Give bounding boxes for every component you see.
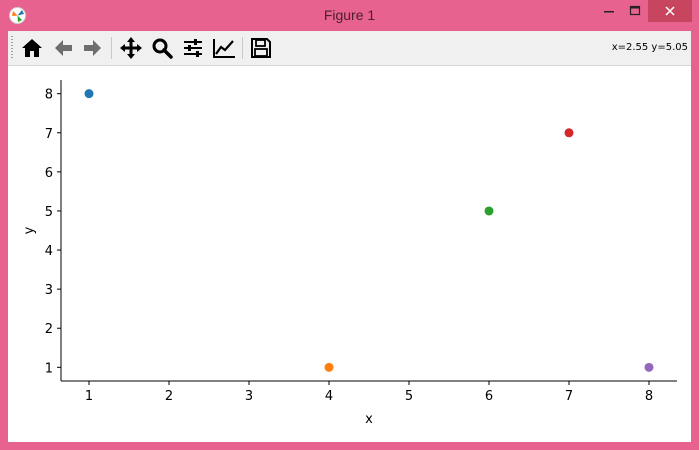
- configure-subplots-button[interactable]: [180, 35, 206, 61]
- home-icon: [22, 39, 42, 57]
- y-tick-label: 1: [45, 361, 53, 376]
- y-tick-label: 2: [45, 322, 53, 337]
- edit-axes-icon: [213, 39, 235, 58]
- minimize-button[interactable]: [596, 0, 622, 22]
- edit-axes-button[interactable]: [211, 35, 237, 61]
- y-tick-label: 7: [45, 127, 53, 142]
- pan-move-icon: [120, 37, 142, 59]
- save-button[interactable]: [248, 35, 274, 61]
- x-tick-label: 2: [165, 389, 173, 404]
- window-title: Figure 1: [323, 7, 376, 23]
- save-floppy-icon: [251, 38, 271, 58]
- toolbar-separator: [111, 37, 112, 59]
- maximize-icon: [629, 5, 641, 16]
- x-tick-label: 8: [645, 389, 653, 404]
- plot-canvas[interactable]: 1 2 3 4 5 6 7 8 1 2 3 4 5 6 7 8 x y: [8, 65, 691, 442]
- forward-arrow-icon: [84, 40, 101, 56]
- y-tick-label: 3: [45, 283, 53, 298]
- title-bar: Figure 1: [0, 0, 699, 31]
- y-axis-label: y: [22, 226, 37, 234]
- back-button[interactable]: [50, 35, 76, 61]
- x-tick-label: 1: [85, 389, 93, 404]
- scatter-point: [644, 362, 654, 372]
- toolbar-grip: [11, 36, 13, 60]
- y-tick-label: 4: [45, 244, 53, 259]
- figure-window: x=2.55 y=5.05 1 2 3 4 5 6 7 8 1 2 3 4 5 6 7 8 x y: [8, 31, 691, 442]
- close-button[interactable]: [648, 0, 692, 22]
- zoom-magnifier-icon: [152, 38, 173, 59]
- close-icon: [665, 6, 675, 16]
- home-button[interactable]: [19, 35, 45, 61]
- scatter-point: [484, 206, 494, 216]
- y-tick-label: 5: [45, 205, 53, 220]
- scatter-point: [324, 362, 334, 372]
- scatter-point: [84, 89, 94, 99]
- x-axis-label: x: [365, 412, 373, 427]
- cursor-coordinates: x=2.55 y=5.05: [611, 42, 688, 53]
- x-tick-label: 4: [325, 389, 333, 404]
- pan-button[interactable]: [118, 35, 144, 61]
- y-tick-label: 6: [45, 166, 53, 181]
- toolbar-separator: [242, 37, 243, 59]
- x-tick-label: 5: [405, 389, 413, 404]
- navigation-toolbar: x=2.55 y=5.05: [8, 31, 691, 66]
- maximize-button[interactable]: [622, 0, 648, 22]
- forward-button[interactable]: [80, 35, 106, 61]
- back-arrow-icon: [55, 40, 72, 56]
- x-tick-label: 7: [565, 389, 573, 404]
- scatter-point: [564, 128, 574, 138]
- x-tick-label: 3: [245, 389, 253, 404]
- y-tick-label: 8: [45, 88, 53, 103]
- zoom-button[interactable]: [149, 35, 175, 61]
- x-tick-label: 6: [485, 389, 493, 404]
- configure-subplots-icon: [184, 39, 202, 57]
- minimize-icon: [604, 11, 614, 13]
